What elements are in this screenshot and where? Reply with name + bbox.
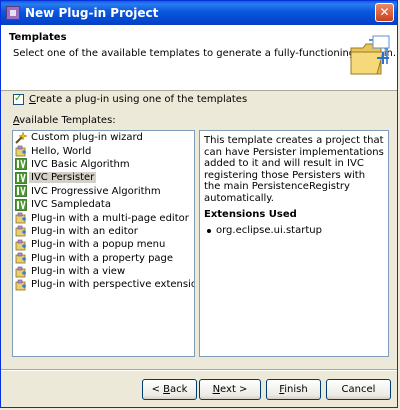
template-list-item[interactable]: IVC Progressive Algorithm [13, 185, 194, 198]
template-list-item-label: Plug-in with a multi-page editor [31, 212, 189, 224]
template-list-item[interactable]: Custom plug-in wizard [13, 131, 194, 144]
button-bar-separator [1, 369, 397, 371]
available-templates-label: Available Templates: [13, 115, 116, 126]
template-list-item[interactable]: IVC Persister [13, 171, 194, 184]
page-description: Select one of the available templates to… [13, 48, 397, 59]
template-list-item-label: Plug-in with a view [31, 266, 126, 278]
template-list-item[interactable]: Plug-in with perspective extensions [13, 278, 194, 291]
use-template-checkbox[interactable]: ✓ [13, 93, 24, 105]
finish-button[interactable]: Finish [266, 379, 321, 400]
page-title: Templates [9, 32, 67, 43]
ivc-algorithm-icon [15, 158, 27, 171]
template-list-item-label: IVC Progressive Algorithm [31, 185, 161, 197]
template-list-item[interactable]: IVC Basic Algorithm [13, 158, 194, 171]
template-list-item-label: IVC Sampledata [31, 199, 111, 211]
bullet-icon [207, 228, 211, 233]
template-list-item-label: Plug-in with a popup menu [31, 239, 166, 251]
template-list-item[interactable]: IVC Sampledata [13, 198, 194, 211]
plugin-template-icon [15, 239, 27, 251]
template-description-panel: This template creates a project that can… [199, 130, 389, 357]
template-list-item[interactable]: Plug-in with an editor [13, 225, 194, 238]
plugin-template-icon [15, 212, 27, 224]
new-plugin-project-dialog: New Plug-in Project ✕ Templates Select o… [0, 0, 398, 408]
template-list-item-label: Hello, World [31, 145, 92, 157]
extension-item: org.eclipse.ui.startup [204, 225, 384, 236]
plugin-template-icon [15, 266, 27, 278]
ivc-algorithm-icon [15, 198, 27, 211]
use-template-option[interactable]: ✓ Create a plug-in using one of the temp… [13, 93, 248, 105]
close-button[interactable]: ✕ [375, 3, 394, 22]
template-list-item-label: Custom plug-in wizard [31, 132, 143, 144]
template-list-item[interactable]: Hello, World [13, 144, 194, 157]
template-list-item[interactable]: Plug-in with a view [13, 265, 194, 278]
use-template-label: Create a plug-in using one of the templa… [29, 94, 248, 105]
ivc-algorithm-icon [15, 171, 27, 184]
templates-list[interactable]: Custom plug-in wizard Hello, World IVC Bas… [12, 130, 195, 357]
plugin-template-icon [15, 279, 27, 291]
template-list-item-label: IVC Basic Algorithm [31, 158, 130, 170]
eclipse-app-icon [6, 6, 20, 20]
checkmark-icon: ✓ [14, 93, 23, 104]
extensions-used-heading: Extensions Used [204, 209, 297, 220]
title-bar[interactable]: New Plug-in Project ✕ [1, 1, 397, 25]
plugin-template-icon [15, 225, 27, 237]
extension-item-label: org.eclipse.ui.startup [216, 225, 322, 236]
template-list-item[interactable]: Plug-in with a property page [13, 252, 194, 265]
template-list-item[interactable]: Plug-in with a multi-page editor [13, 211, 194, 224]
wizard-wand-icon [15, 131, 28, 144]
template-list-item-label: Plug-in with an editor [31, 225, 138, 237]
template-list-item-label: Plug-in with perspective extensions [31, 279, 195, 291]
new-project-folder-icon [350, 35, 390, 75]
next-button[interactable]: Next > [199, 379, 261, 400]
wizard-banner: Templates Select one of the available te… [1, 25, 397, 91]
plugin-template-icon [15, 252, 27, 264]
close-icon: ✕ [379, 5, 390, 19]
template-list-item-label: Plug-in with a property page [31, 252, 174, 264]
ivc-algorithm-icon [15, 185, 27, 198]
cancel-button[interactable]: Cancel [326, 379, 391, 400]
template-list-item-label: IVC Persister [29, 172, 97, 184]
back-button[interactable]: < Back [142, 379, 197, 400]
template-list-item[interactable]: Plug-in with a popup menu [13, 238, 194, 251]
template-description-text: This template creates a project that can… [204, 135, 384, 204]
plugin-template-icon [15, 145, 27, 157]
window-title: New Plug-in Project [25, 6, 159, 20]
